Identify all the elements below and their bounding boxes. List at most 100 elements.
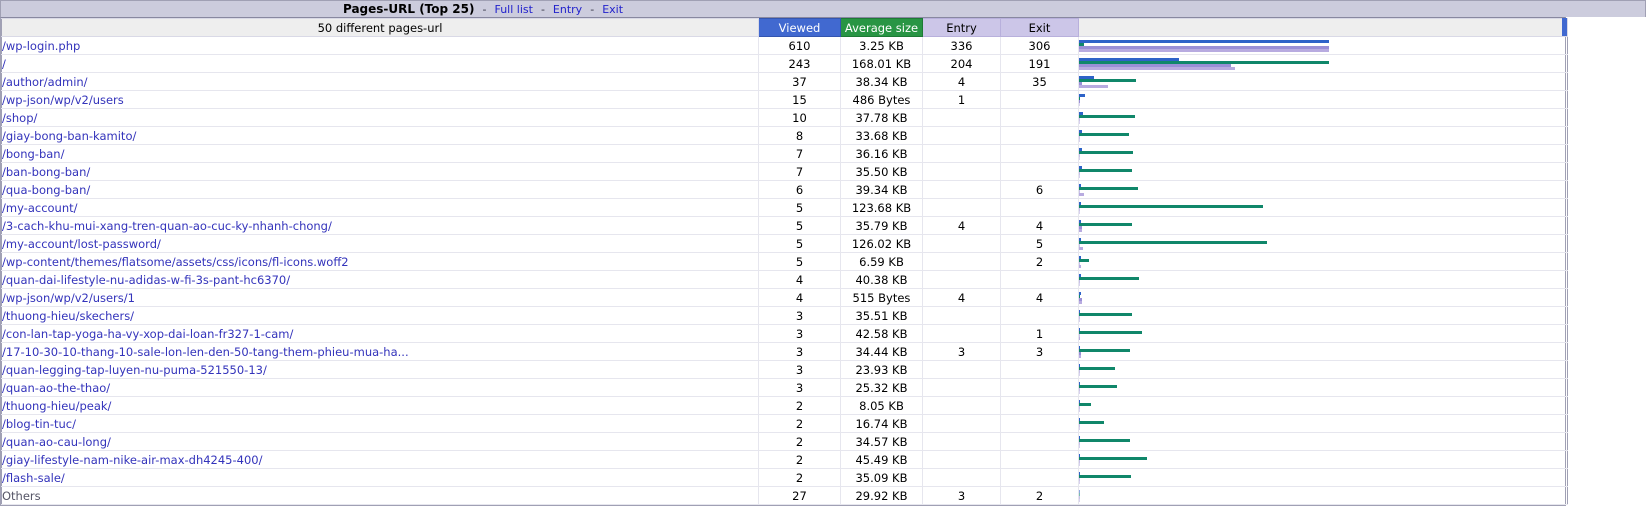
row-url[interactable]: /giay-lifestyle-nam-nike-air-max-dh4245-… [1, 450, 759, 469]
table-row: /author/admin/37 38.34 KB 4 35 [1, 72, 1568, 91]
row-url[interactable]: /ban-bong-ban/ [1, 162, 759, 181]
row-url[interactable]: /my-account/lost-password/ [1, 234, 759, 253]
table-row: /wp-content/themes/flatsome/assets/css/i… [1, 252, 1568, 271]
table-row: /quan-legging-tap-luyen-nu-puma-521550-1… [1, 360, 1568, 379]
table-row: /giay-bong-ban-kamito/8 33.68 KB [1, 126, 1568, 145]
row-viewed: 3 [758, 360, 841, 379]
title-separator-1: - [482, 3, 487, 16]
row-average-size: 40.38 KB [840, 270, 923, 289]
row-entry [922, 162, 1001, 181]
row-entry: 204 [922, 54, 1001, 73]
row-exit [1000, 144, 1079, 163]
row-bar-chart [1078, 90, 1568, 109]
row-entry [922, 378, 1001, 397]
row-entry [922, 234, 1001, 253]
table-row: /wp-login.php 610 3.25 KB 336 306 [1, 36, 1568, 55]
row-url[interactable]: /bong-ban/ [1, 144, 759, 163]
bar-size [1079, 384, 1117, 388]
exit-link[interactable]: Exit [602, 4, 623, 15]
row-url[interactable]: /quan-legging-tap-luyen-nu-puma-521550-1… [1, 360, 759, 379]
row-exit [1000, 108, 1079, 127]
row-url[interactable]: /con-lan-tap-yoga-ha-vy-xop-dai-loan-fr3… [1, 324, 759, 343]
row-entry [922, 270, 1001, 289]
full-list-link[interactable]: Full list [494, 4, 532, 15]
row-exit [1000, 432, 1079, 451]
bar-size [1079, 420, 1104, 424]
bar-size [1079, 240, 1267, 244]
row-url[interactable]: /flash-sale/ [1, 468, 759, 487]
row-average-size: 34.44 KB [840, 342, 923, 361]
row-url[interactable]: /wp-json/wp/v2/users/1 [1, 288, 759, 307]
row-bar-chart [1078, 108, 1568, 127]
column-header-average-size[interactable]: Average size [840, 18, 923, 37]
row-url[interactable]: /17-10-30-10-thang-10-sale-lon-len-den-5… [1, 342, 759, 361]
row-url[interactable]: /quan-ao-cau-long/ [1, 432, 759, 451]
column-header-viewed[interactable]: Viewed [758, 18, 841, 37]
bar-exit [1079, 282, 1080, 286]
entry-link[interactable]: Entry [553, 4, 582, 15]
report-titlebar: Pages-URL (Top 25) - Full list - Entry -… [0, 0, 1646, 17]
row-average-size: 16.74 KB [840, 414, 923, 433]
table-row: /giay-lifestyle-nam-nike-air-max-dh4245-… [1, 450, 1568, 469]
bar-size [1079, 222, 1132, 226]
row-average-size: 35.79 KB [840, 216, 923, 235]
bar-size [1079, 114, 1135, 118]
row-url[interactable]: /3-cach-khu-mui-xang-tren-quan-ao-cuc-ky… [1, 216, 759, 235]
row-url[interactable]: /quan-ao-the-thao/ [1, 378, 759, 397]
row-url[interactable]: /thuong-hieu/skechers/ [1, 306, 759, 325]
row-average-size: 6.59 KB [840, 252, 923, 271]
row-url[interactable]: /thuong-hieu/peak/ [1, 396, 759, 415]
table-row: /thuong-hieu/peak/2 8.05 KB [1, 396, 1568, 415]
row-url[interactable]: /shop/ [1, 108, 759, 127]
row-bar-chart [1078, 126, 1568, 145]
bar-exit [1079, 408, 1080, 412]
row-average-size: 35.51 KB [840, 306, 923, 325]
row-url[interactable]: /wp-login.php [1, 36, 759, 55]
row-entry [922, 360, 1001, 379]
row-entry: 3 [922, 342, 1001, 361]
row-url[interactable]: /wp-json/wp/v2/users [1, 90, 759, 109]
row-average-size: 39.34 KB [840, 180, 923, 199]
row-exit [1000, 126, 1079, 145]
row-exit: 3 [1000, 342, 1079, 361]
bar-size [1079, 474, 1131, 478]
bar-exit [1079, 66, 1235, 70]
pages-url-table: 50 different pages-url Viewed Average si… [1, 18, 1568, 505]
row-url[interactable]: /my-account/ [1, 198, 759, 217]
row-bar-chart [1078, 396, 1568, 415]
row-viewed: 4 [758, 288, 841, 307]
row-url[interactable]: /qua-bong-ban/ [1, 180, 759, 199]
pages-url-table-wrapper: 50 different pages-url Viewed Average si… [0, 17, 1568, 506]
header-right-edge-strip [1562, 18, 1567, 36]
row-url[interactable]: /wp-content/themes/flatsome/assets/css/i… [1, 252, 759, 271]
table-row: /quan-ao-the-thao/3 25.32 KB [1, 378, 1568, 397]
row-url[interactable]: / [1, 54, 759, 73]
row-exit [1000, 468, 1079, 487]
row-url[interactable]: /author/admin/ [1, 72, 759, 91]
row-viewed: 2 [758, 396, 841, 415]
row-viewed: 8 [758, 126, 841, 145]
bar-exit [1079, 372, 1080, 376]
column-header-exit[interactable]: Exit [1000, 18, 1079, 37]
bar-size [1079, 402, 1091, 406]
row-entry [922, 198, 1001, 217]
table-header-row: 50 different pages-url Viewed Average si… [1, 18, 1568, 37]
bar-size [1079, 78, 1136, 82]
row-bar-chart [1078, 486, 1568, 505]
bar-size [1079, 132, 1129, 136]
row-entry [922, 468, 1001, 487]
row-url[interactable]: /giay-bong-ban-kamito/ [1, 126, 759, 145]
row-bar-chart [1078, 432, 1568, 451]
row-exit [1000, 450, 1079, 469]
bar-exit [1079, 246, 1083, 250]
row-exit: 4 [1000, 288, 1079, 307]
row-average-size: 36.16 KB [840, 144, 923, 163]
pages-url-report: Pages-URL (Top 25) - Full list - Entry -… [0, 0, 1646, 509]
row-average-size: 126.02 KB [840, 234, 923, 253]
table-row: /qua-bong-ban/6 39.34 KB 6 [1, 180, 1568, 199]
row-url[interactable]: /blog-tin-tuc/ [1, 414, 759, 433]
row-url[interactable]: /quan-dai-lifestyle-nu-adidas-w-fi-3s-pa… [1, 270, 759, 289]
row-entry [922, 414, 1001, 433]
column-header-entry[interactable]: Entry [922, 18, 1001, 37]
row-exit [1000, 90, 1079, 109]
